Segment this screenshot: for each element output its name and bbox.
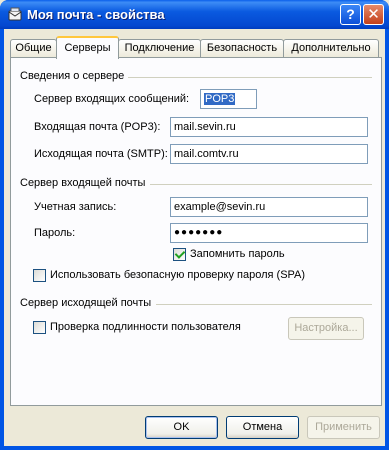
spa-checkbox[interactable] (33, 269, 46, 282)
auth-label[interactable]: Проверка подлинности пользователя (50, 321, 241, 333)
close-button[interactable]: ✕ (363, 4, 384, 25)
password-input[interactable]: ●●●●●●● (170, 223, 368, 243)
outgoing-mail-label: Исходящая почта (SMTP): (34, 148, 168, 160)
properties-dialog: Моя почта - свойства ? ✕ Общие Серверы П… (0, 0, 389, 450)
incoming-server-type-field[interactable]: POP3 (200, 89, 257, 109)
spa-label[interactable]: Использовать безопасную проверку пароля … (50, 269, 305, 281)
group-divider (156, 304, 372, 305)
mail-account-icon (8, 7, 22, 21)
remember-password-checkbox[interactable] (173, 248, 186, 261)
cancel-button[interactable]: Отмена (226, 416, 299, 439)
outgoing-mail-input[interactable]: mail.comtv.ru (170, 144, 368, 164)
help-button[interactable]: ? (340, 4, 361, 25)
incoming-mail-label: Входящая почта (POP3): (34, 121, 161, 133)
incoming-mail-input[interactable]: mail.sevin.ru (170, 117, 368, 137)
incoming-server-type-value: POP3 (204, 93, 236, 105)
outgoing-server-group-label: Сервер исходящей почты (20, 297, 152, 309)
incoming-server-group-label: Сервер входящей почты (20, 177, 146, 189)
incoming-server-type-label: Сервер входящих сообщений: (34, 93, 190, 105)
window-title: Моя почта - свойства (27, 7, 165, 22)
dialog-client-area: Общие Серверы Подключение Безопасность Д… (4, 29, 385, 446)
server-info-group-label: Сведения о сервере (20, 70, 125, 82)
servers-panel: Сведения о сервере Сервер входящих сообщ… (10, 57, 382, 406)
apply-button[interactable]: Применить (307, 416, 380, 439)
remember-password-label[interactable]: Запомнить пароль (190, 248, 285, 260)
tab-security[interactable]: Безопасность (200, 39, 284, 58)
tab-connection[interactable]: Подключение (118, 39, 201, 58)
account-input[interactable]: example@sevin.ru (170, 197, 368, 217)
tab-strip: Общие Серверы Подключение Безопасность Д… (10, 36, 381, 59)
account-label: Учетная запись: (34, 201, 117, 213)
tab-servers[interactable]: Серверы (56, 36, 119, 59)
ok-button[interactable]: OK (145, 416, 218, 439)
auth-checkbox[interactable] (33, 321, 46, 334)
settings-button[interactable]: Настройка... (288, 317, 364, 340)
tab-advanced[interactable]: Дополнительно (283, 39, 379, 58)
tab-general[interactable]: Общие (10, 39, 57, 58)
title-bar[interactable]: Моя почта - свойства ? ✕ (0, 0, 389, 29)
group-divider (128, 77, 372, 78)
password-label: Пароль: (34, 227, 76, 239)
group-divider (150, 184, 372, 185)
